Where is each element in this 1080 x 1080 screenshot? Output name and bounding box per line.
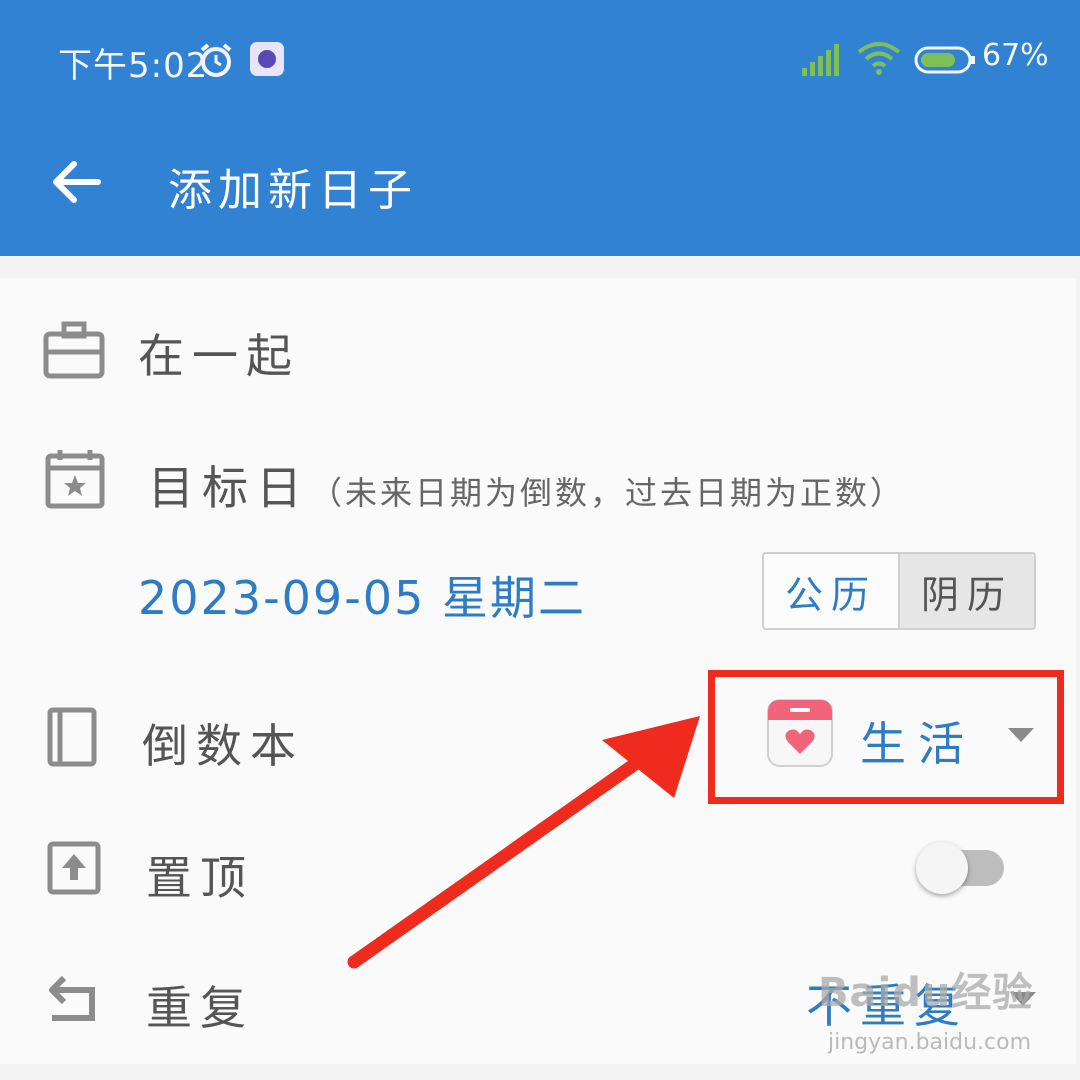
countdown-book-label: 倒数本 (142, 719, 304, 773)
watermark-url: jingyan.baidu.com (828, 1030, 1032, 1055)
status-bar: 下午5:02 67% (0, 30, 1080, 90)
app-header: 下午5:02 67% 添加新日子 (0, 0, 1080, 256)
app-notification-icon (250, 42, 284, 76)
pin-top-label: 置顶 (146, 851, 254, 905)
alarm-icon (196, 40, 236, 89)
page-title: 添加新日子 (168, 165, 418, 216)
toggle-thumb (916, 842, 968, 894)
status-time: 下午5:02 (58, 46, 209, 86)
target-date-value[interactable]: 2023-09-05 星期二 (138, 562, 586, 628)
briefcase-icon (42, 318, 106, 382)
annotation-highlight-box (708, 670, 1064, 804)
back-arrow-icon[interactable] (48, 154, 108, 210)
title-input[interactable]: 在一起 (138, 320, 300, 386)
annotation-arrow (347, 716, 700, 969)
target-date-label: 目标日（未来日期为倒数，过去日期为正数） (148, 452, 905, 518)
calendar-star-icon (44, 448, 108, 512)
pin-top-toggle[interactable] (916, 838, 1006, 898)
target-date-hint: （未来日期为倒数，过去日期为正数） (310, 474, 906, 512)
gregorian-calendar-option[interactable]: 公历 (764, 554, 898, 628)
book-icon (44, 706, 108, 770)
battery-icon (914, 44, 976, 84)
signal-icon (800, 42, 844, 85)
wifi-icon (856, 40, 902, 87)
calendar-type-toggle[interactable]: 公历 阴历 (762, 552, 1036, 630)
watermark-logo: Baidu经验 (818, 970, 1034, 1016)
lunar-calendar-option[interactable]: 阴历 (898, 554, 1034, 628)
toolbar: 添加新日子 (0, 136, 1080, 226)
repeat-label: 重复 (146, 981, 254, 1035)
repeat-icon (44, 968, 108, 1032)
battery-percent: 67% (982, 38, 1049, 73)
pin-top-icon (46, 840, 110, 904)
target-date-label-text: 目标日 (148, 461, 310, 515)
